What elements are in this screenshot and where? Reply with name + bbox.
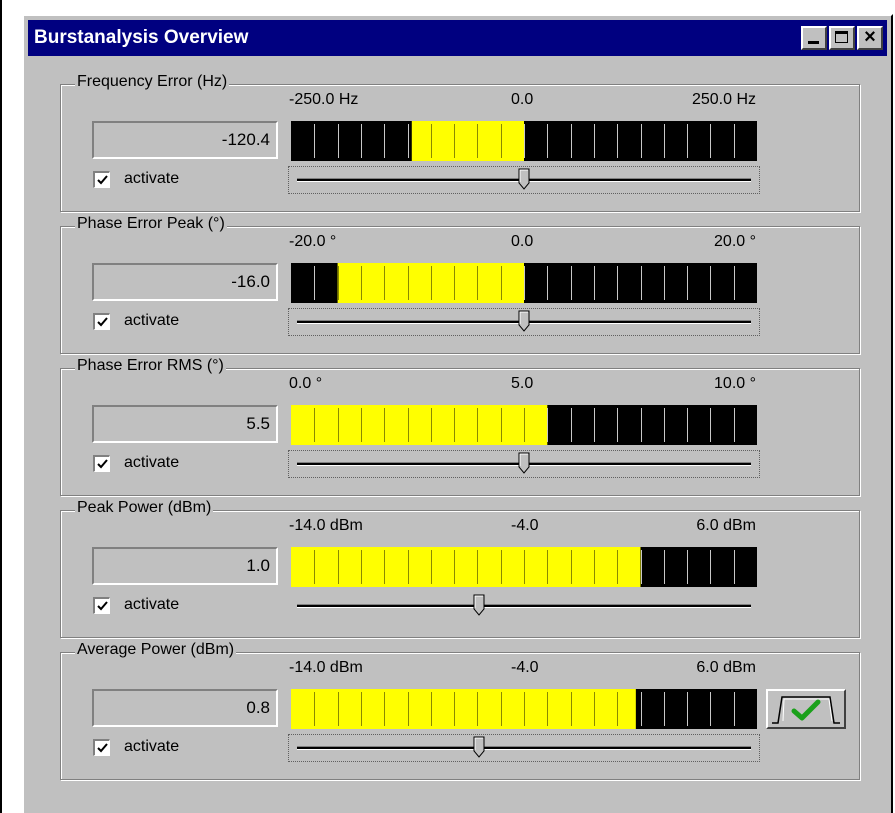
activate-label: activate: [124, 596, 180, 613]
limit-slider[interactable]: [288, 166, 760, 194]
burst-status-button[interactable]: [766, 689, 846, 729]
activate-row: activate: [93, 454, 179, 472]
scale-mid-label: 0.0: [511, 233, 534, 250]
minimize-icon: [808, 41, 819, 44]
limit-slider[interactable]: [288, 734, 760, 762]
value-readout: 1.0: [92, 547, 278, 585]
panel-phase-error-peak: Phase Error Peak (°) -20.0 ° 0.0 20.0 ° …: [60, 215, 860, 354]
activate-label: activate: [124, 170, 180, 187]
scale-min-label: 0.0 °: [289, 375, 323, 392]
slider-track: [297, 746, 751, 750]
maximize-button[interactable]: [829, 26, 855, 50]
limit-slider[interactable]: [288, 450, 760, 478]
scale-min-label: -14.0 dBm: [289, 659, 363, 676]
value-readout: 5.5: [92, 405, 278, 443]
limit-slider[interactable]: [288, 308, 760, 336]
level-bar: [291, 405, 757, 445]
value-readout: -16.0: [92, 263, 278, 301]
activate-row: activate: [93, 738, 179, 756]
value-readout: 0.8: [92, 689, 278, 727]
slider-track: [297, 604, 751, 608]
level-bar: [291, 263, 757, 303]
level-bar-graphic: [291, 405, 757, 445]
checkmark-icon: [97, 174, 108, 184]
level-bar: [291, 547, 757, 587]
slider-thumb[interactable]: [518, 310, 530, 332]
slider-thumb[interactable]: [473, 736, 485, 758]
level-bar: [291, 689, 757, 729]
checkmark-icon: [97, 458, 108, 468]
scale-mid-label: -4.0: [511, 659, 539, 676]
scale-mid-label: 5.0: [511, 375, 534, 392]
title-bar[interactable]: Burstanalysis Overview ×: [28, 20, 887, 56]
scale-max-label: 10.0 °: [714, 375, 756, 392]
panel-phase-error-rms: Phase Error RMS (°) 0.0 ° 5.0 10.0 ° 5.5…: [60, 357, 860, 496]
level-bar-graphic: [291, 263, 757, 303]
close-button[interactable]: ×: [857, 26, 883, 50]
activate-label: activate: [124, 454, 180, 471]
bar-fill: [411, 121, 524, 161]
scale-max-label: 20.0 °: [714, 233, 756, 250]
scale-max-label: 250.0 Hz: [691, 91, 756, 108]
level-bar-graphic: [291, 547, 757, 587]
slider-thumb[interactable]: [473, 594, 485, 616]
panel-peak-power: Peak Power (dBm) -14.0 dBm -4.0 6.0 dBm …: [60, 499, 860, 638]
scale-max-label: 6.0 dBm: [696, 517, 756, 534]
bar-fill: [291, 547, 641, 587]
panel-title: Phase Error RMS (°): [75, 357, 226, 375]
level-bar: [291, 121, 757, 161]
panel-title: Frequency Error (Hz): [75, 73, 230, 91]
checkmark-icon: [97, 742, 108, 752]
panel-average-power: Average Power (dBm) -14.0 dBm -4.0 6.0 d…: [60, 641, 860, 780]
page-edge: [0, 0, 2, 813]
limit-slider[interactable]: [289, 593, 759, 619]
scale-mid-label: -4.0: [511, 517, 539, 534]
scale-mid-label: 0.0: [511, 91, 534, 108]
level-bar-graphic: [291, 121, 757, 161]
checkmark-icon: [97, 600, 108, 610]
activate-label: activate: [124, 312, 180, 329]
slider-thumb[interactable]: [518, 452, 530, 474]
activate-checkbox[interactable]: [93, 738, 110, 756]
activate-label: activate: [124, 738, 180, 755]
minimize-button[interactable]: [801, 26, 827, 50]
scale-min-label: -14.0 dBm: [289, 517, 363, 534]
activate-checkbox[interactable]: [93, 596, 110, 614]
activate-checkbox[interactable]: [93, 170, 110, 188]
bar-fill: [291, 405, 548, 445]
value-readout: -120.4: [92, 121, 278, 159]
scale-max-label: 6.0 dBm: [696, 659, 756, 676]
slider-thumb[interactable]: [518, 168, 530, 190]
close-icon: ×: [864, 26, 876, 48]
panel-frequency-error: Frequency Error (Hz) -250.0 Hz 0.0 250.0…: [60, 73, 860, 212]
activate-row: activate: [93, 170, 179, 188]
activate-row: activate: [93, 312, 179, 330]
activate-row: activate: [93, 596, 179, 614]
maximize-icon: [835, 31, 848, 43]
bar-fill: [337, 263, 524, 303]
scale-min-label: -250.0 Hz: [289, 91, 359, 108]
activate-checkbox[interactable]: [93, 312, 110, 330]
window-title: Burstanalysis Overview: [34, 27, 249, 48]
title-buttons: ×: [799, 26, 883, 50]
panel-title: Peak Power (dBm): [75, 499, 214, 517]
pass-check-icon: [772, 696, 840, 724]
checkmark-icon: [97, 316, 108, 326]
bar-fill: [291, 689, 636, 729]
panel-title: Phase Error Peak (°): [75, 215, 227, 233]
level-bar-graphic: [291, 689, 757, 729]
scale-min-label: -20.0 °: [289, 233, 337, 250]
panel-title: Average Power (dBm): [75, 641, 237, 659]
activate-checkbox[interactable]: [93, 454, 110, 472]
burstanalysis-window: Burstanalysis Overview × Frequency Error…: [22, 14, 893, 813]
